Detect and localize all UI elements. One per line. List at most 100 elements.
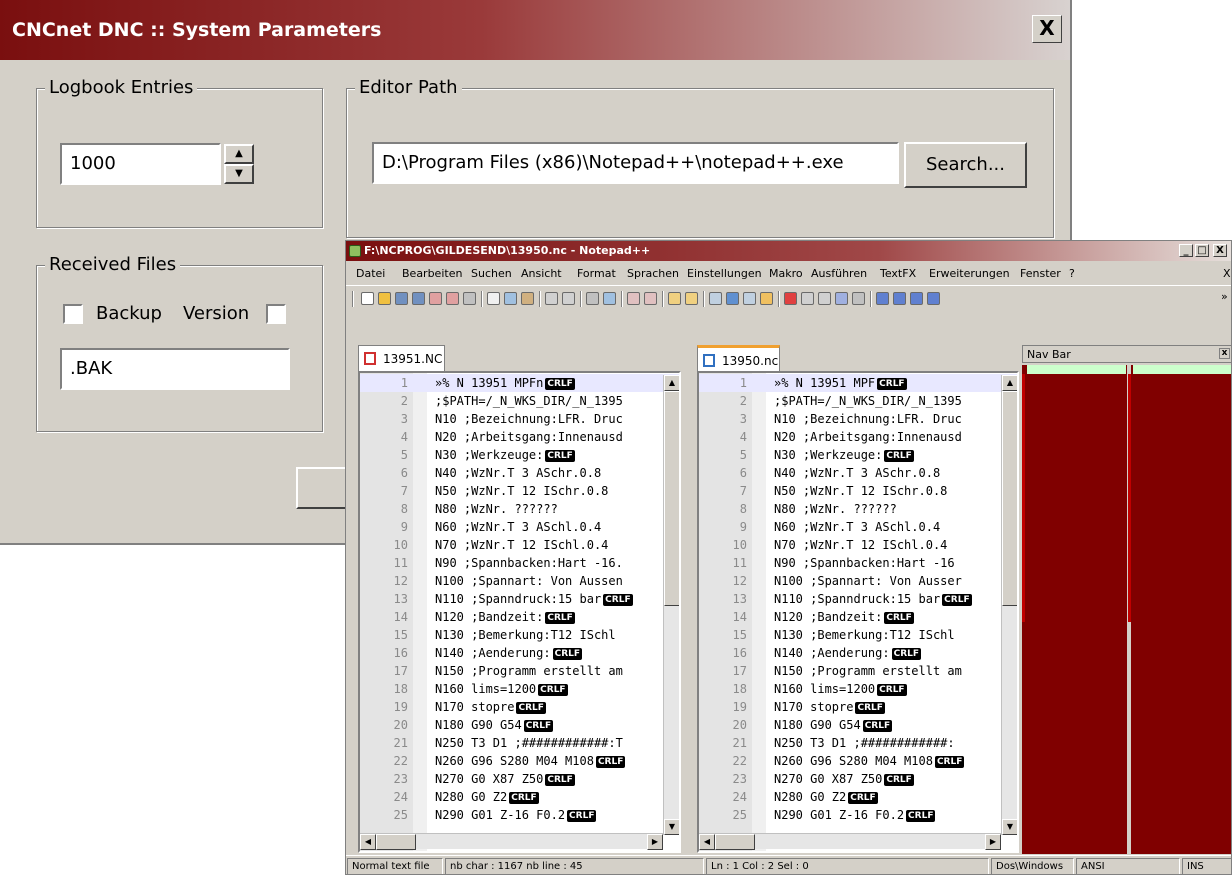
undo-icon[interactable] — [545, 292, 558, 305]
nav-bar-right-column[interactable] — [1131, 365, 1231, 854]
code-line[interactable]: 24 N280 G0 Z2 CRLF — [360, 788, 679, 806]
code-line[interactable]: 22 N260 G96 S280 M04 M108 CRLF — [360, 752, 679, 770]
open-file-icon[interactable] — [378, 292, 391, 305]
right-horizontal-scrollbar[interactable]: ◀ ▶ — [699, 833, 1001, 850]
code-line[interactable]: 21 N250 T3 D1 ;############:T — [360, 734, 679, 752]
code-line[interactable]: 20 N180 G90 G54 CRLF — [699, 716, 1017, 734]
save-all-icon[interactable] — [412, 292, 425, 305]
left-vertical-scrollbar[interactable]: ▲ ▼ — [663, 375, 679, 835]
code-line[interactable]: 22 N260 G96 S280 M04 M108 CRLF — [699, 752, 1017, 770]
next-diff-icon[interactable] — [910, 292, 923, 305]
menu-makro[interactable]: Makro — [769, 267, 803, 280]
show-all-chars-icon[interactable] — [726, 292, 739, 305]
code-line[interactable]: 3 N10 ;Bezeichnung:LFR. Druc — [360, 410, 679, 428]
sync-vertical-icon[interactable] — [668, 292, 681, 305]
code-line[interactable]: 6 N40 ;WzNr.T 3 ASchr.0.8 — [699, 464, 1017, 482]
code-line[interactable]: 16 N140 ;Aenderung: CRLF — [699, 644, 1017, 662]
play-macro-icon[interactable] — [818, 292, 831, 305]
last-diff-icon[interactable] — [927, 292, 940, 305]
code-line[interactable]: 12 N100 ;Spannart: Von Ausser — [699, 572, 1017, 590]
code-line[interactable]: 4 N20 ;Arbeitsgang:Innenausd — [699, 428, 1017, 446]
zoom-in-icon[interactable] — [627, 292, 640, 305]
code-line[interactable]: 16 N140 ;Aenderung: CRLF — [360, 644, 679, 662]
scroll-up-arrow-icon[interactable]: ▲ — [664, 375, 679, 391]
code-line[interactable]: 1 »% N 13951 MPF CRLF — [699, 374, 1017, 392]
code-line[interactable]: 9 N60 ;WzNr.T 3 ASchl.0.4 — [360, 518, 679, 536]
code-line[interactable]: 10 N70 ;WzNr.T 12 ISchl.0.4 — [360, 536, 679, 554]
spin-down-button[interactable]: ▼ — [224, 164, 254, 184]
tab-13950-nc[interactable]: 13950.nc — [697, 345, 780, 371]
maximize-button[interactable]: □ — [1195, 244, 1209, 257]
code-line[interactable]: 4 N20 ;Arbeitsgang:Innenausd — [360, 428, 679, 446]
word-wrap-icon[interactable] — [709, 292, 722, 305]
code-line[interactable]: 9 N60 ;WzNr.T 3 ASchl.0.4 — [699, 518, 1017, 536]
find-icon[interactable] — [586, 292, 599, 305]
redo-icon[interactable] — [562, 292, 575, 305]
menu-close-doc[interactable]: X — [1223, 267, 1231, 280]
search-button[interactable]: Search... — [904, 142, 1027, 188]
menu-einstellungen[interactable]: Einstellungen — [687, 267, 762, 280]
dialog-close-button[interactable]: X — [1032, 15, 1062, 43]
code-line[interactable]: 17 N150 ;Programm erstellt am — [360, 662, 679, 680]
menu-bearbeiten[interactable]: Bearbeiten — [402, 267, 462, 280]
code-line[interactable]: 18 N160 lims=1200 CRLF — [360, 680, 679, 698]
scroll-down-arrow-icon[interactable]: ▼ — [664, 819, 679, 835]
code-line[interactable]: 5 N30 ;Werkzeuge: CRLF — [360, 446, 679, 464]
code-line[interactable]: 15 N130 ;Bemerkung:T12 ISchl — [699, 626, 1017, 644]
nav-bar-close-icon[interactable]: x — [1219, 348, 1230, 359]
code-line[interactable]: 15 N130 ;Bemerkung:T12 ISchl — [360, 626, 679, 644]
copy-icon[interactable] — [504, 292, 517, 305]
scroll-thumb[interactable] — [1002, 391, 1017, 606]
save-icon[interactable] — [395, 292, 408, 305]
scroll-thumb[interactable] — [376, 834, 416, 850]
code-line[interactable]: 8 N80 ;WzNr. ?????? — [360, 500, 679, 518]
menu-ansicht[interactable]: Ansicht — [521, 267, 562, 280]
code-line[interactable]: 13 N110 ;Spanndruck:15 bar CRLF — [699, 590, 1017, 608]
menu-help[interactable]: ? — [1069, 267, 1075, 280]
user-lang-icon[interactable] — [760, 292, 773, 305]
scroll-down-arrow-icon[interactable]: ▼ — [1002, 819, 1017, 835]
close-all-icon[interactable] — [446, 292, 459, 305]
code-line[interactable]: 7 N50 ;WzNr.T 12 ISchr.0.8 — [699, 482, 1017, 500]
split-divider[interactable] — [684, 345, 694, 853]
scroll-up-arrow-icon[interactable]: ▲ — [1002, 375, 1017, 391]
left-editor-pane[interactable]: 1»% N 13951 MPFn CRLF 2 ;$PATH=/_N_WKS_DIR/… — [358, 371, 681, 853]
code-line[interactable]: 14 N120 ;Bandzeit: CRLF — [360, 608, 679, 626]
code-line[interactable]: 14 N120 ;Bandzeit: CRLF — [699, 608, 1017, 626]
code-line[interactable]: 23 N270 G0 X87 Z50 CRLF — [699, 770, 1017, 788]
code-line[interactable]: 3 N10 ;Bezeichnung:LFR. Druc — [699, 410, 1017, 428]
tab-13951-nc[interactable]: 13951.NC — [358, 345, 445, 371]
code-line[interactable]: 20 N180 G90 G54 CRLF — [360, 716, 679, 734]
code-line[interactable]: 23 N270 G0 X87 Z50 CRLF — [360, 770, 679, 788]
scroll-right-arrow-icon[interactable]: ▶ — [647, 834, 663, 850]
code-line[interactable]: 6 N40 ;WzNr.T 3 ASchr.0.8 — [360, 464, 679, 482]
menu-erweiterungen[interactable]: Erweiterungen — [929, 267, 1010, 280]
code-line[interactable]: 7 N50 ;WzNr.T 12 ISchr.0.8 — [360, 482, 679, 500]
menu-datei[interactable]: Datei — [356, 267, 385, 280]
code-line[interactable]: 17 N150 ;Programm erstellt am — [699, 662, 1017, 680]
code-line[interactable]: 8 N80 ;WzNr. ?????? — [699, 500, 1017, 518]
toolbar-overflow-icon[interactable]: » — [1221, 290, 1228, 303]
code-line[interactable]: 11 N90 ;Spannbacken:Hart -16. — [360, 554, 679, 572]
right-vertical-scrollbar[interactable]: ▲ ▼ — [1001, 375, 1017, 835]
backup-checkbox[interactable] — [63, 304, 83, 324]
save-macro-icon[interactable] — [852, 292, 865, 305]
version-checkbox[interactable] — [266, 304, 286, 324]
run-macro-multiple-icon[interactable] — [835, 292, 848, 305]
print-icon[interactable] — [463, 292, 476, 305]
right-editor-pane[interactable]: 1»% N 13951 MPF CRLF 2 ;$PATH=/_N_WKS_DIR/_… — [697, 371, 1019, 853]
nav-bar-left-column[interactable] — [1022, 365, 1127, 854]
code-line[interactable]: 10 N70 ;WzNr.T 12 ISchl.0.4 — [699, 536, 1017, 554]
code-line[interactable]: 18 N160 lims=1200 CRLF — [699, 680, 1017, 698]
new-file-icon[interactable] — [361, 292, 374, 305]
code-line[interactable]: 19 N170 stopre CRLF — [360, 698, 679, 716]
zoom-out-icon[interactable] — [644, 292, 657, 305]
backup-extension-input[interactable]: .BAK — [60, 348, 290, 390]
menu-ausfuehren[interactable]: Ausführen — [811, 267, 867, 280]
indent-guide-icon[interactable] — [743, 292, 756, 305]
menu-textfx[interactable]: TextFX — [880, 267, 916, 280]
scroll-thumb[interactable] — [715, 834, 755, 850]
menu-format[interactable]: Format — [577, 267, 616, 280]
code-line[interactable]: 25 N290 G01 Z-16 F0.2 CRLF — [699, 806, 1017, 824]
paste-icon[interactable] — [521, 292, 534, 305]
